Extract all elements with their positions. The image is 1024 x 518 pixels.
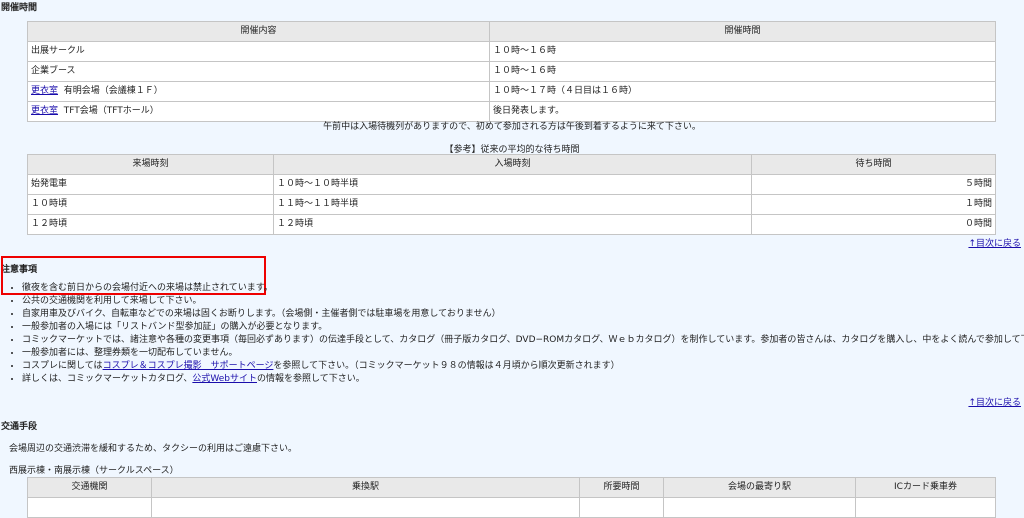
column-header: 来場時刻 [27,154,274,175]
hours-table: 開催内容 開催時間 出展サークル １０時～１６時 企業ブース １０時～１６時 更… [27,21,996,122]
hours-label: 企業ブース [27,61,490,82]
hours-time: １０時～１６時 [489,41,996,62]
wait-duration: ０時間 [751,214,996,235]
dressing-room-link[interactable]: 更衣室 [31,86,58,96]
wait-duration: １時間 [751,194,996,215]
transport-header-row: 交通機関 乗換駅 所要時間 会場の最寄り駅 ICカード乗車券 [27,477,996,498]
list-item: 一般参加者には、整理券類を一切配布していません。 [22,347,1024,360]
arrival-time: １０時頃 [27,194,274,215]
wait-table: 来場時刻 入場時刻 待ち時間 始発電車 １０時～１０時半頃 ５時間 １０時頃 １… [27,154,996,235]
list-item: 一般参加者の入場には「リストバンド型参加証」の購入が必要となります。 [22,321,1024,334]
wait-duration: ５時間 [751,174,996,195]
table-row: 更衣室 有明会場（会議棟１Ｆ） １０時～１７時（４日目は１６時） [27,81,996,102]
column-header: 開催内容 [27,21,490,42]
list-item: コスプレに関してはコスプレ＆コスプレ撮影 サポートページを参照して下さい。（コミ… [22,360,1024,373]
column-header: 待ち時間 [751,154,996,175]
column-header: ICカード乗車券 [855,477,996,498]
hours-time: １０時～１７時（４日目は１６時） [489,81,996,102]
hours-label: 出展サークル [27,41,490,62]
table-row: １０時頃 １１時～１１時半頃 １時間 [27,194,996,215]
column-header: 所要時間 [579,477,664,498]
list-item: 公共の交通機関を利用して来場して下さい。 [22,295,1024,308]
hours-note: 午前中は入場待機列がありますので、初めて参加される方は午後到着するように来て下さ… [323,122,701,132]
column-header: 会場の最寄り駅 [663,477,856,498]
back-to-toc-link[interactable]: ↑目次に戻る [968,236,1021,249]
list-item: 徹夜を含む前日からの会場付近への来場は禁止されています。 [22,282,1024,295]
entry-time: １１時～１１時半頃 [273,194,752,215]
hours-header-row: 開催内容 開催時間 [27,21,996,42]
entry-time: １２時頃 [273,214,752,235]
transport-intro: 会場周辺の交通渋滞を緩和するため、タクシーの利用はご遠慮下さい。 [9,444,298,454]
table-row: 出展サークル １０時～１６時 [27,41,996,62]
column-header: 入場時刻 [273,154,752,175]
list-item: 詳しくは、コミックマーケットカタログ、公式Webサイトの情報を参照して下さい。 [22,373,1024,386]
hours-time: １０時～１６時 [489,61,996,82]
back-to-toc-link[interactable]: ↑目次に戻る [968,395,1021,408]
column-header: 乗換駅 [151,477,580,498]
wait-header-row: 来場時刻 入場時刻 待ち時間 [27,154,996,175]
column-header: 開催時間 [489,21,996,42]
transport-heading: 交通手段 [1,422,38,432]
table-row: 企業ブース １０時～１６時 [27,61,996,82]
hours-label: 更衣室 有明会場（会議棟１Ｆ） [27,81,490,102]
notes-list: 徹夜を含む前日からの会場付近への来場は禁止されています。 公共の交通機関を利用し… [9,282,1024,386]
arrival-time: １２時頃 [27,214,274,235]
list-item: コミックマーケットでは、諸注意や各種の変更事項（毎回必ずあります）の伝達手段とし… [22,334,1024,347]
hours-heading: 開催時間 [1,3,38,13]
arrival-time: 始発電車 [27,174,274,195]
transport-subheading: 西展示棟・南展示棟（サークルスペース） [9,466,179,476]
table-row [27,497,996,518]
dressing-room-link[interactable]: 更衣室 [31,106,58,116]
cosplay-support-link[interactable]: コスプレ＆コスプレ撮影 サポートページ [103,361,274,371]
column-header: 交通機関 [27,477,152,498]
list-item: 自家用車及びバイク、自転車などでの来場は固くお断りします。（会場側・主催者側では… [22,308,1024,321]
transport-table: 交通機関 乗換駅 所要時間 会場の最寄り駅 ICカード乗車券 [27,477,996,518]
table-row: 始発電車 １０時～１０時半頃 ５時間 [27,174,996,195]
official-website-link[interactable]: 公式Webサイト [192,374,257,384]
entry-time: １０時～１０時半頃 [273,174,752,195]
table-row: １２時頃 １２時頃 ０時間 [27,214,996,235]
